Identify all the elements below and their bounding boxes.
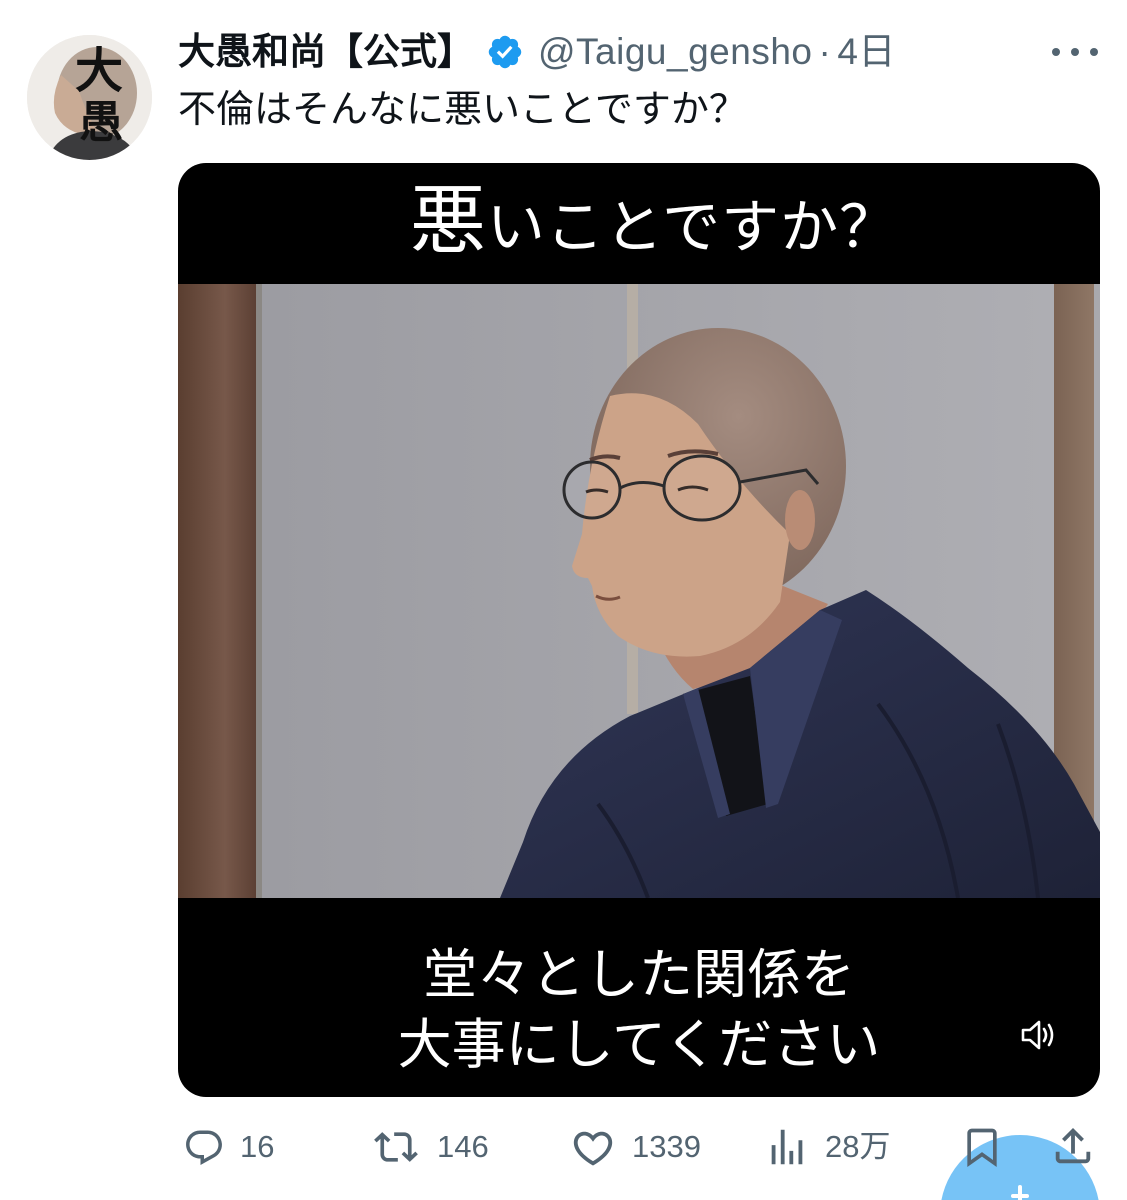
author-display-name[interactable]: 大愚和尚【公式】: [178, 30, 474, 74]
reply-count: 16: [240, 1129, 275, 1164]
video-caption-line: 大事にしてください: [397, 1013, 881, 1076]
avatar-calligraphy-bottom: 愚: [79, 97, 123, 148]
more-dot: [1090, 48, 1098, 56]
author-handle[interactable]: @Taigu_gensho: [538, 30, 812, 74]
speaker-icon[interactable]: [1020, 1018, 1058, 1052]
meta-separator: ·: [818, 31, 832, 72]
tweet-timestamp[interactable]: 4日: [837, 30, 896, 74]
retweet-icon[interactable]: [369, 1125, 423, 1169]
tweet-video[interactable]: 悪いことですか？ 堂々とした関係を 大事にしてください: [178, 163, 1100, 1097]
reply-icon[interactable]: [182, 1127, 226, 1169]
video-caption-bottom: 堂々とした関係を 大事にしてください: [178, 898, 1100, 1097]
video-caption-line: 堂々とした関係を: [423, 943, 855, 1006]
pillar-edge-left: [256, 284, 262, 898]
wall-strip-right: [1094, 284, 1100, 898]
monk-ear: [785, 490, 815, 550]
heart-icon[interactable]: [569, 1125, 617, 1171]
avatar-calligraphy-top: 大: [75, 43, 123, 99]
tweet-text: 不倫はそんなに悪いことですか？: [178, 89, 747, 131]
retweet-count: 146: [437, 1129, 489, 1164]
more-icon[interactable]: [1052, 44, 1098, 60]
wooden-pillar-left: [178, 284, 256, 898]
more-dot: [1052, 48, 1060, 56]
bookmark-icon[interactable]: [960, 1125, 1004, 1169]
glasses-lens-right: [662, 454, 742, 522]
share-icon[interactable]: [1050, 1123, 1096, 1169]
verified-badge-icon: [488, 35, 522, 69]
avatar-image: 大 愚: [27, 35, 152, 160]
views-count: 28万: [825, 1129, 891, 1164]
video-frame: [178, 284, 1100, 898]
author-meta: @Taigu_gensho · 4日: [538, 30, 896, 74]
video-caption-top-band: 悪いことですか？: [178, 163, 1100, 284]
more-dot: [1071, 48, 1079, 56]
avatar[interactable]: 大 愚: [27, 35, 152, 160]
like-count: 1339: [632, 1129, 701, 1164]
views-icon[interactable]: [764, 1124, 810, 1170]
glasses-lens-left: [562, 460, 622, 520]
video-caption-top: 悪いことですか？: [409, 175, 899, 265]
